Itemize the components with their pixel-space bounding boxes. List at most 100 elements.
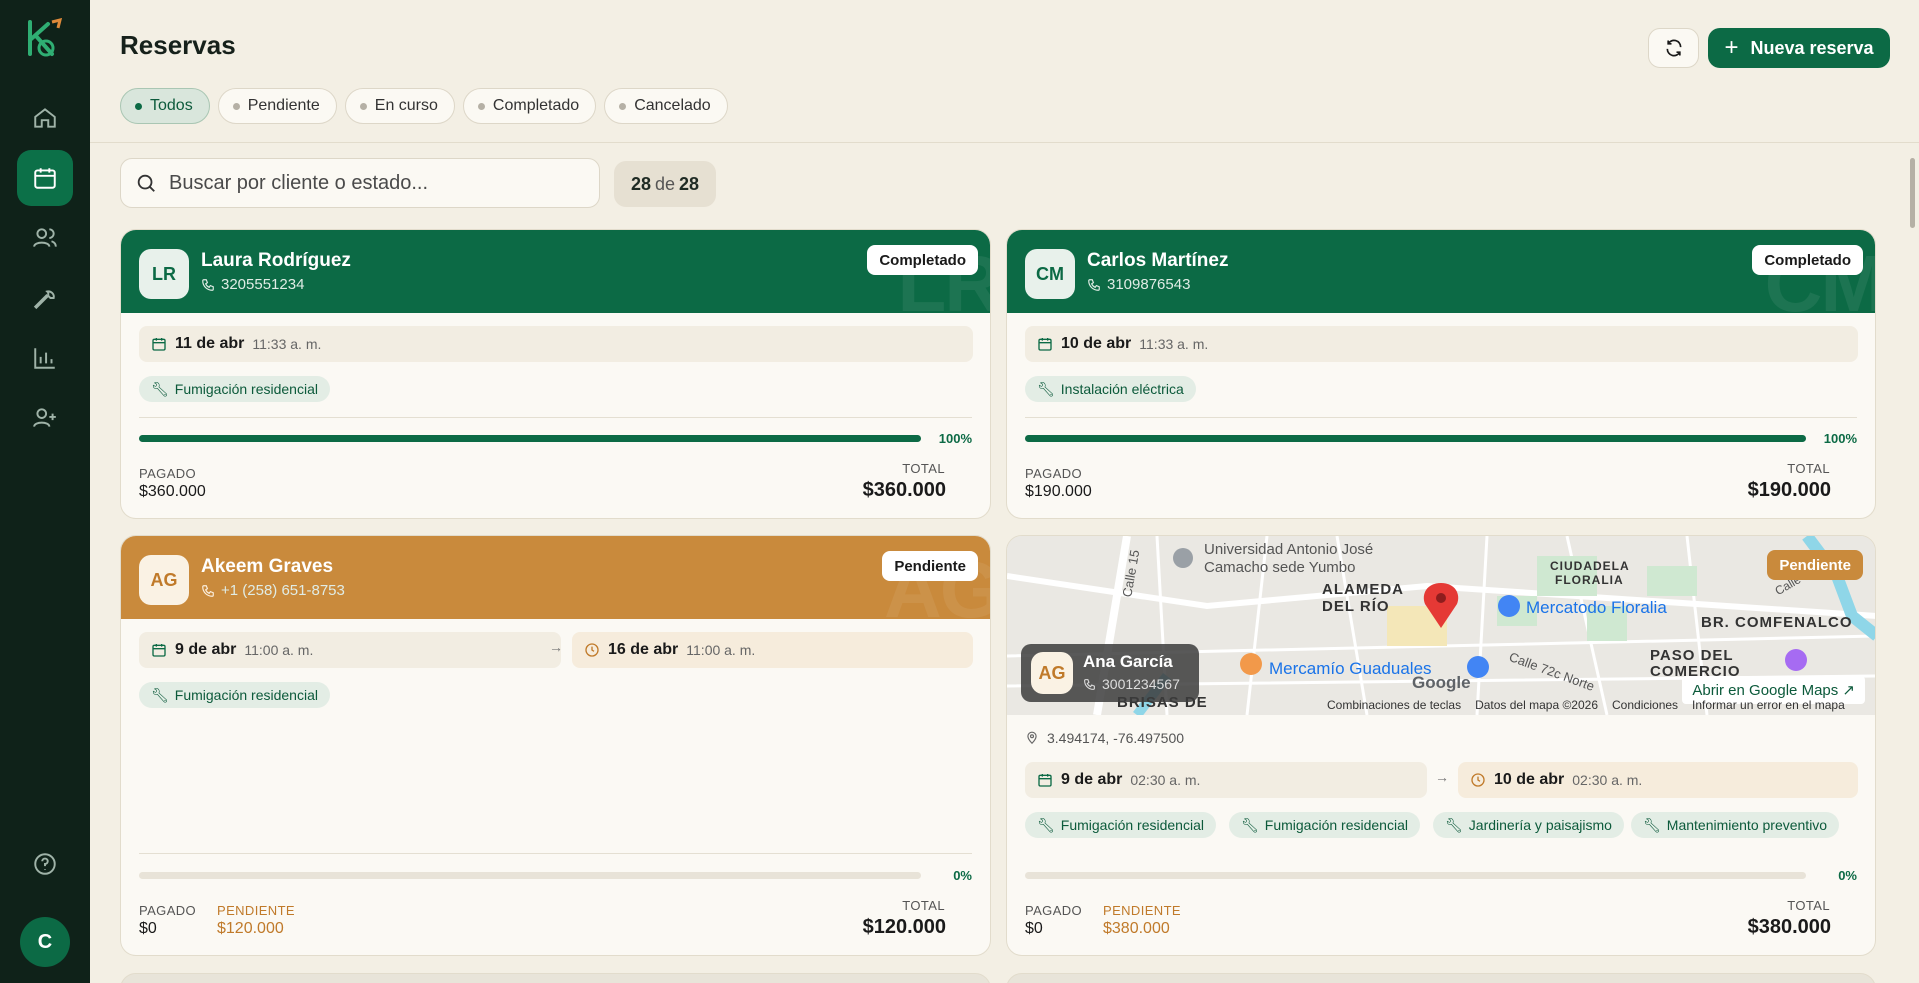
arrow-right-icon: → [549,639,563,655]
map-footer-link[interactable]: Combinaciones de teclas [1327,698,1461,712]
client-name: Ana García [1083,652,1173,671]
nav-usuarios[interactable] [17,390,73,446]
reservation-card[interactable]: LR LR Laura Rodríguez 3205551234 Complet… [120,229,991,519]
map-footer-link[interactable]: Condiciones [1612,698,1678,712]
status-filters: Todos Pendiente En curso Completado Canc… [120,88,728,124]
reservation-card[interactable]: CM CM Carlos Martínez 3109876543 Complet… [1006,229,1876,519]
map-label: Universidad Antonio José [1204,541,1374,558]
phone-icon [202,584,214,597]
reservation-card[interactable]: AG AG Akeem Graves +1 (258) 651-8753 Pen… [120,535,991,956]
reservation-card-partial[interactable] [120,973,991,983]
filter-todos[interactable]: Todos [120,88,210,124]
coordinates-text: 3.494174, -76.497500 [1047,730,1185,746]
filter-en-curso[interactable]: En curso [344,88,455,124]
scrollbar[interactable] [1906,145,1914,983]
nav-servicios[interactable] [17,270,73,326]
app-logo[interactable] [24,17,66,60]
filter-dot [619,102,627,110]
nav-clientes[interactable] [17,210,73,266]
refresh-button[interactable] [1648,28,1699,68]
filter-pendiente[interactable]: Pendiente [217,88,337,124]
wrench-icon: 🔧︎ [151,380,169,397]
reservation-card-partial[interactable] [1006,973,1876,983]
paid-label: PAGADO [139,466,197,481]
divider [1025,417,1857,418]
nav-home[interactable] [17,90,73,146]
progress-fill [1025,435,1806,442]
service-tag: 🔧︎ Mantenimiento preventivo [1631,812,1840,838]
results-counter: 28 de 28 [614,161,716,207]
start-date: 9 de abr [1061,771,1123,788]
total-amount: $120.000 [862,916,946,938]
arrow-right-icon: → [1435,769,1449,785]
location-pin-icon [1027,731,1037,745]
service-tag: 🔧︎ Fumigación residencial [1229,812,1420,838]
progress-percent: 0% [1838,868,1857,883]
paid-amount: $190.000 [1025,483,1092,500]
client-phone: 3001234567 [1083,676,1180,692]
service-label: Fumigación residencial [1060,817,1204,833]
paid-label: PAGADO [1025,903,1083,918]
wrench-icon: 🔧︎ [1241,816,1259,833]
total-amount: $380.000 [1747,916,1831,938]
filter-cancelado[interactable]: Cancelado [604,88,728,124]
page-title: Reservas [120,30,236,60]
phone-icon [1084,678,1095,690]
map-label: PASO DEL [1650,647,1734,664]
coordinates: 3.494174, -76.497500 [1025,730,1184,746]
user-avatar[interactable]: C [20,917,70,967]
total-label: TOTAL [1787,461,1830,476]
search-bar [120,158,600,208]
filter-label: Cancelado [634,97,711,114]
payment-progress [139,435,921,442]
wrench-icon: 🔧︎ [1037,816,1055,833]
end-date-box: 16 de abr 11:00 a. m. [572,632,973,668]
start-time: 11:00 a. m. [244,642,314,658]
nav-help[interactable] [17,836,73,892]
client-phone: 3205551234 [201,276,304,293]
start-date: 9 de abr [175,641,237,658]
card-header: AG AG Akeem Graves +1 (258) 651-8753 Pen… [121,536,990,634]
new-reservation-button[interactable]: + Nueva reserva [1708,28,1890,68]
search-input[interactable] [169,171,569,195]
end-time: 11:00 a. m. [686,642,756,658]
nav-reservas[interactable] [17,150,73,206]
location-map[interactable]: Universidad Antonio José Camacho sede Yu… [1007,536,1875,715]
scrollbar-thumb[interactable] [1910,158,1915,228]
user-plus-icon [33,408,56,427]
start-time: 11:33 a. m. [1139,336,1209,352]
start-date-box: 9 de abr 02:30 a. m. [1025,762,1427,798]
service-label: Instalación eléctrica [1060,381,1184,397]
status-badge: Completado [867,245,978,275]
wrench-icon: 🔧︎ [1037,380,1055,397]
map-label: Mercamío Guaduales [1269,659,1432,678]
total-label: TOTAL [1787,898,1830,913]
paid-amount: $0 [1025,920,1043,937]
service-tag: 🔧︎ Fumigación residencial [139,376,330,402]
card-header: LR LR Laura Rodríguez 3205551234 Complet… [121,230,990,328]
home-icon [34,108,56,128]
map-footer: Combinaciones de teclas Datos del mapa ©… [1327,698,1845,712]
reservation-card[interactable]: Universidad Antonio José Camacho sede Yu… [1006,535,1876,956]
calendar-icon [1038,338,1052,351]
filter-completado[interactable]: Completado [462,88,597,124]
total-label: TOTAL [902,898,945,913]
calendar-icon [152,338,166,351]
end-time: 02:30 a. m. [1572,772,1643,788]
progress-percent: 100% [1823,431,1857,446]
payment-progress [139,872,921,879]
map-client-card: AG Ana García 3001234567 [1021,644,1199,702]
nav-reportes[interactable] [17,330,73,386]
status-badge: Pendiente [882,551,978,581]
paid-label: PAGADO [1025,466,1083,481]
payment-progress [1025,872,1806,879]
total-amount: $360.000 [862,479,946,501]
map-footer-link[interactable]: Informar un error en el mapa [1692,698,1845,712]
client-name: Laura Rodríguez [201,250,351,271]
start-date: 11 de abr [175,335,245,352]
map-label: FLORALIA [1555,573,1624,587]
wrench-icon: 🔧︎ [1445,816,1463,833]
new-reservation-label: Nueva reserva [1750,37,1874,58]
end-date-box: 10 de abr 02:30 a. m. [1458,762,1858,798]
phone-number: 3109876543 [1107,276,1191,293]
